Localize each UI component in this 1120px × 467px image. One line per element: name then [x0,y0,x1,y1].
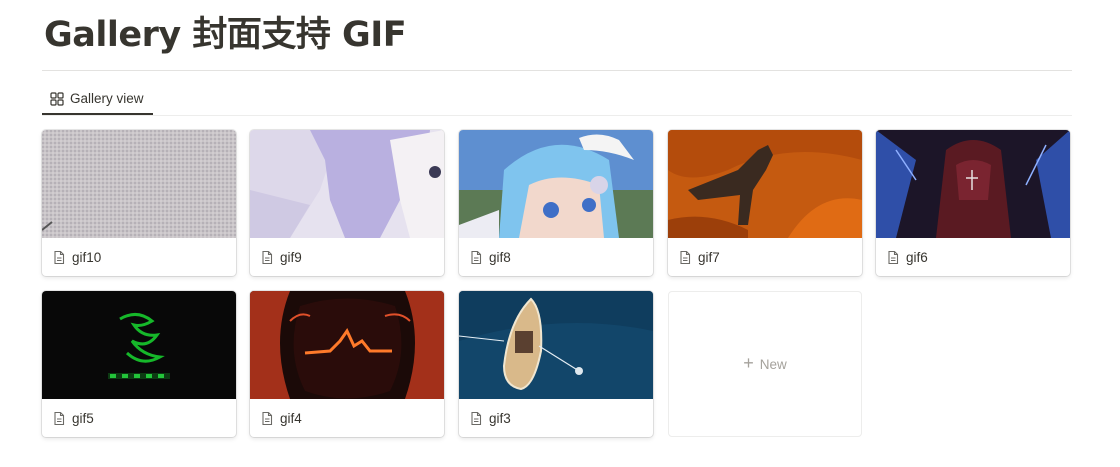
plus-icon: + [743,353,754,373]
card-caption: gif9 [250,238,444,276]
card-caption: gif4 [250,399,444,437]
gallery-card[interactable]: gif4 [250,291,444,437]
card-cover-image [250,291,444,399]
new-card-label: New [759,356,787,372]
card-title: gif6 [906,249,928,265]
card-title: gif5 [72,410,94,426]
page-icon [471,250,482,264]
page-icon [262,250,273,264]
card-caption: gif7 [668,238,862,276]
page-icon [471,411,482,425]
card-cover-image [250,130,444,238]
card-cover-image [459,291,653,399]
gallery-card[interactable]: gif9 [250,130,444,276]
card-title: gif8 [489,249,511,265]
card-caption: gif3 [459,399,653,437]
card-cover-image [42,291,236,399]
card-title: gif4 [280,410,302,426]
page-icon [54,250,65,264]
gallery-card[interactable]: gif5 [42,291,236,437]
page-title[interactable]: Gallery 封面支持 GIF [44,10,407,60]
card-title: gif3 [489,410,511,426]
card-title: gif10 [72,249,102,265]
gallery-card[interactable]: gif3 [459,291,653,437]
page-icon [888,250,899,264]
card-caption: gif5 [42,399,236,437]
gallery-card[interactable]: gif7 [668,130,862,276]
tab-label: Gallery view [70,91,144,106]
gallery-grid-icon [50,91,64,106]
gallery-card[interactable]: gif8 [459,130,653,276]
gallery-card[interactable]: gif6 [876,130,1070,276]
tab-gallery-view[interactable]: Gallery view [42,84,153,115]
page-icon [262,411,273,425]
card-caption: gif10 [42,238,236,276]
card-title: gif9 [280,249,302,265]
page-icon [54,411,65,425]
tab-divider [42,115,1072,116]
card-caption: gif6 [876,238,1070,276]
page-icon [680,250,691,264]
card-caption: gif8 [459,238,653,276]
gallery-card[interactable]: gif10 [42,130,236,276]
new-card-button[interactable]: + New [668,291,862,437]
card-title: gif7 [698,249,720,265]
card-cover-image [668,130,862,238]
title-divider [42,70,1072,71]
card-cover-image [459,130,653,238]
card-cover-image [42,130,236,238]
card-cover-image [876,130,1070,238]
